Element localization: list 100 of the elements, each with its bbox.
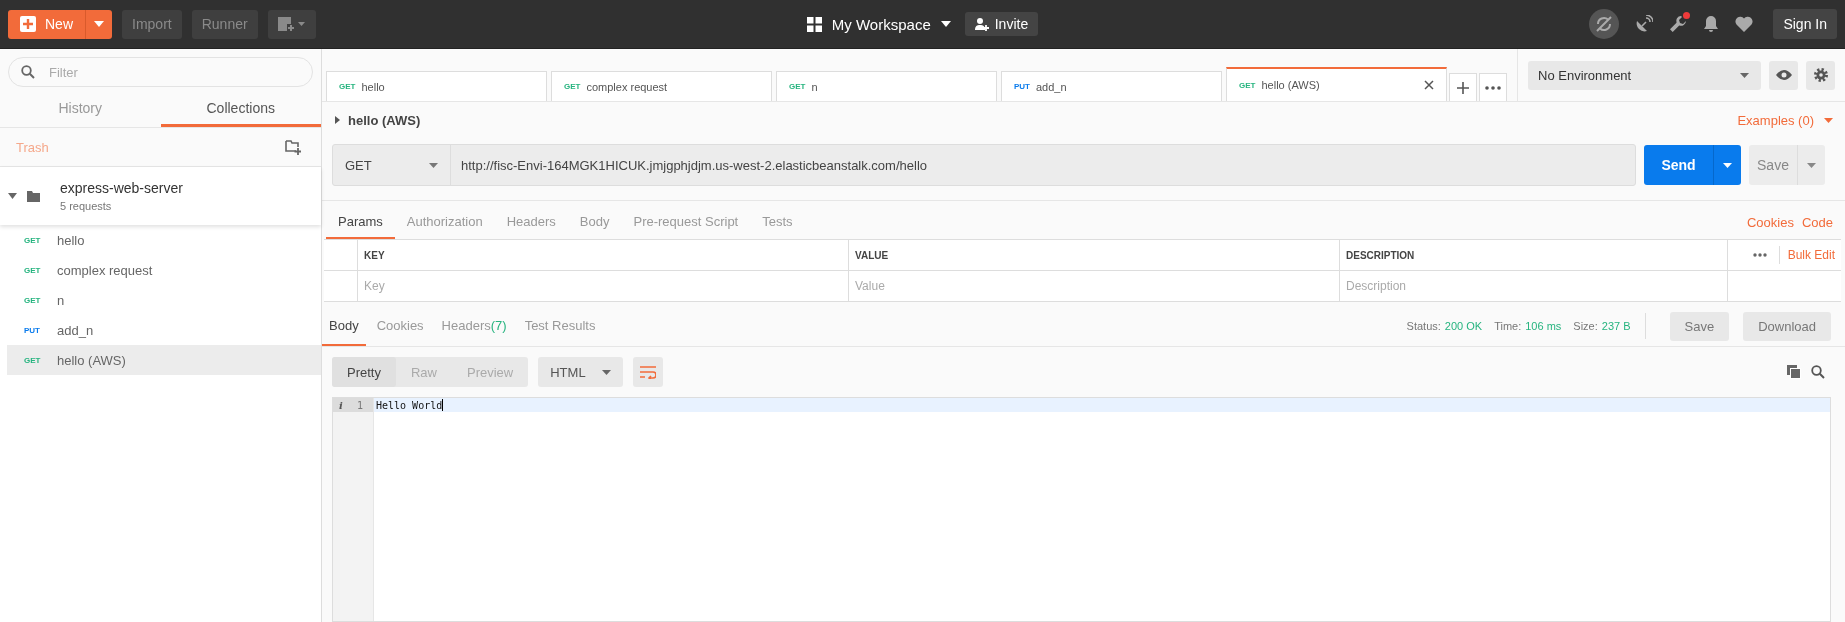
request-section-tab[interactable]: Pre-request Script [621, 205, 751, 239]
method-label: PUT [24, 325, 41, 335]
info-marker: i [339, 399, 343, 411]
collection-header[interactable]: express-web-server 5 requests [0, 167, 321, 225]
examples-dropdown[interactable]: Examples (0) [1737, 112, 1833, 128]
request-item[interactable]: GET complex request [7, 255, 321, 285]
method-label: GET [24, 295, 42, 305]
caret-icon [1723, 162, 1732, 168]
window-plus-icon [277, 16, 306, 32]
heart-icon[interactable] [1735, 16, 1754, 32]
url-bar[interactable]: GET http://fisc-Envi-164MGK1HICUK.jmjgphjdjm.us-west-2.elasticbeanstalk.com/hello [332, 144, 1636, 186]
column-header: KEY [357, 240, 848, 270]
person-plus-icon [974, 17, 989, 31]
bell-icon[interactable] [1703, 15, 1720, 33]
section-link[interactable]: Cookies [1742, 205, 1798, 239]
download-button[interactable]: Download [1743, 311, 1831, 341]
sidebar-tab[interactable]: History [0, 91, 161, 127]
method-label: GET [24, 265, 42, 275]
tab-title: hello [361, 80, 386, 93]
request-tab[interactable]: GET hello (AWS) [1226, 67, 1447, 101]
wrench-icon[interactable] [1669, 15, 1688, 33]
request-name: n [57, 292, 65, 308]
save-button[interactable]: Save [1749, 145, 1797, 185]
environment-dropdown[interactable]: No Environment [1528, 60, 1761, 90]
send-options-button[interactable] [1713, 145, 1741, 185]
new-button[interactable]: New [8, 9, 85, 39]
caret-right-icon[interactable] [335, 116, 340, 124]
url-field[interactable]: http://fisc-Envi-164MGK1HICUK.jmjgphjdjm.us-west-2.elasticbeanstalk.com/hello [451, 145, 1635, 185]
request-name: add_n [57, 322, 94, 338]
method-label: PUT [1014, 82, 1030, 91]
method-dropdown[interactable]: GET [333, 145, 451, 185]
time-value: 106 ms [1525, 320, 1562, 332]
response-tab[interactable]: Cookies [369, 306, 431, 346]
time-label: Time: [1494, 320, 1522, 332]
save-response-button[interactable]: Save [1669, 311, 1730, 341]
size-label: Size: [1573, 320, 1598, 332]
new-tab-button[interactable] [1449, 73, 1477, 101]
more-tabs-button[interactable] [1479, 73, 1507, 101]
format-dropdown[interactable]: HTML [538, 357, 623, 387]
status-label: Status: [1406, 320, 1441, 332]
eye-icon [1775, 70, 1792, 80]
filter-field[interactable]: Filter [8, 57, 313, 87]
invite-button[interactable]: Invite [964, 12, 1039, 36]
request-item[interactable]: GET n [7, 285, 321, 315]
settings-icon [1812, 67, 1829, 83]
settings-button[interactable] [1806, 60, 1835, 90]
request-title: hello (AWS) [348, 112, 421, 128]
method-label: GET [789, 82, 806, 91]
new-window-button[interactable] [267, 9, 316, 39]
caret-icon [601, 369, 611, 375]
request-tab[interactable]: GET hello [326, 71, 547, 101]
tab-title: hello (AWS) [1261, 79, 1321, 91]
more-icon [1485, 85, 1501, 90]
tab-title: add_n [1036, 80, 1068, 93]
folder-icon [27, 190, 40, 202]
request-count: 5 requests [60, 200, 113, 212]
response-tab[interactable]: Test Results [517, 306, 603, 346]
line-number: 1 [356, 399, 363, 411]
caret-icon [1740, 72, 1749, 78]
request-item[interactable]: PUT add_n [7, 315, 321, 345]
request-section-tab[interactable]: Authorization [394, 205, 495, 239]
sign-in-button[interactable]: Sign In [1773, 9, 1837, 39]
runner-button[interactable]: Runner [191, 9, 258, 39]
new-dropdown-button[interactable] [85, 9, 112, 39]
size-value: 237 B [1601, 320, 1631, 332]
status-value: 200 OK [1444, 320, 1483, 332]
workspace-selector[interactable]: My Workspace [806, 15, 951, 33]
response-tab[interactable]: Body [322, 306, 366, 346]
request-section-tab[interactable]: Body [567, 205, 622, 239]
folder-plus-icon[interactable] [285, 139, 301, 155]
copy-icon[interactable] [1787, 365, 1801, 379]
caret-icon [1807, 162, 1816, 168]
method-label: GET [564, 82, 581, 91]
sync-off-icon[interactable] [1589, 9, 1620, 39]
method-label: GET [1239, 80, 1256, 90]
request-tab[interactable]: GET n [776, 71, 997, 101]
close-icon[interactable] [1424, 80, 1434, 90]
bulk-edit-link[interactable]: Bulk Edit [1778, 246, 1835, 264]
request-name: hello [57, 232, 85, 248]
satellite-dish-icon[interactable] [1635, 15, 1654, 33]
collection-name: express-web-server [60, 180, 183, 196]
search-icon[interactable] [1811, 365, 1825, 379]
request-item[interactable]: GET hello [7, 225, 321, 255]
method-label: GET [24, 355, 42, 365]
column-header: VALUE [848, 240, 1339, 270]
request-tab[interactable]: GET complex request [551, 71, 772, 101]
request-section-tab[interactable]: Headers [494, 205, 568, 239]
request-item[interactable]: GET hello (AWS) [7, 345, 321, 375]
plus-icon [1457, 81, 1469, 94]
more-icon[interactable] [1752, 253, 1767, 257]
request-section-tab[interactable]: Tests [750, 205, 805, 239]
request-tab[interactable]: PUT add_n [1001, 71, 1222, 101]
section-link[interactable]: Code [1797, 205, 1837, 239]
response-tab[interactable]: Headers(7) [434, 306, 514, 346]
tab-title: complex request [586, 80, 669, 93]
environment-quick-look-button[interactable] [1769, 60, 1798, 90]
view-mode-tab[interactable]: Pretty [332, 357, 396, 387]
search-icon [21, 65, 35, 79]
import-button[interactable]: Import [122, 9, 182, 39]
send-button[interactable]: Send [1644, 145, 1713, 185]
